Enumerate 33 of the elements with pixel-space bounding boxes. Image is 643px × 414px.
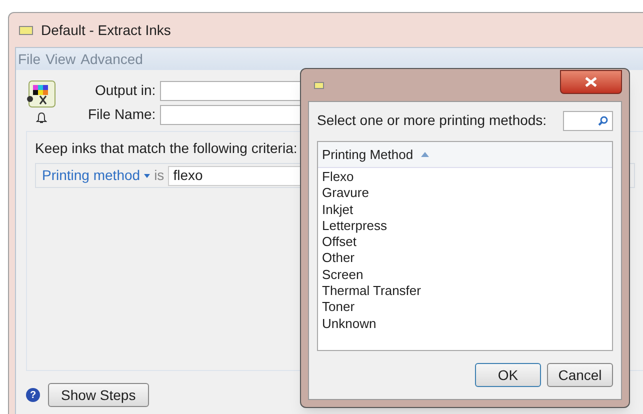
list-item[interactable]: Other <box>322 250 608 267</box>
operator-text: is <box>154 166 164 185</box>
list-item[interactable]: Gravure <box>322 185 608 202</box>
search-field[interactable] <box>563 110 613 130</box>
window-title: Default - Extract Inks <box>41 20 171 40</box>
close-button[interactable] <box>560 70 622 94</box>
ok-button[interactable]: OK <box>475 363 541 387</box>
caret-icon <box>144 174 150 178</box>
cancel-button[interactable]: Cancel <box>547 363 613 387</box>
list-item[interactable]: Unknown <box>322 316 608 332</box>
search-icon <box>598 116 608 126</box>
sort-ascending-icon <box>421 152 430 157</box>
criteria-heading: Keep inks that match the following criteria: <box>35 139 298 158</box>
field-label: File Name: <box>87 105 156 124</box>
list-item[interactable]: Letterpress <box>322 218 608 234</box>
show-steps-button[interactable]: Show Steps <box>48 383 149 407</box>
bell-icon <box>36 112 46 124</box>
list-item[interactable]: Offset <box>322 234 608 250</box>
window-icon <box>314 82 324 88</box>
list-item[interactable]: Thermal Transfer <box>322 283 608 300</box>
list-item[interactable]: Toner <box>322 299 608 316</box>
column-title: Printing Method <box>322 146 414 164</box>
inks-tool-icon <box>26 80 56 108</box>
dialog-prompt: Select one or more printing methods: <box>317 111 547 130</box>
help-icon[interactable]: ? <box>26 388 40 402</box>
list-item[interactable]: Inkjet <box>322 202 608 218</box>
column-header[interactable]: Printing Method <box>318 142 612 168</box>
property-dropdown[interactable]: Printing method <box>42 165 150 186</box>
list-item[interactable]: Screen <box>322 266 608 284</box>
field-label: Output in: <box>94 81 156 100</box>
list-item[interactable]: Flexo <box>322 169 608 186</box>
close-icon <box>585 77 597 87</box>
window-icon <box>19 26 33 34</box>
